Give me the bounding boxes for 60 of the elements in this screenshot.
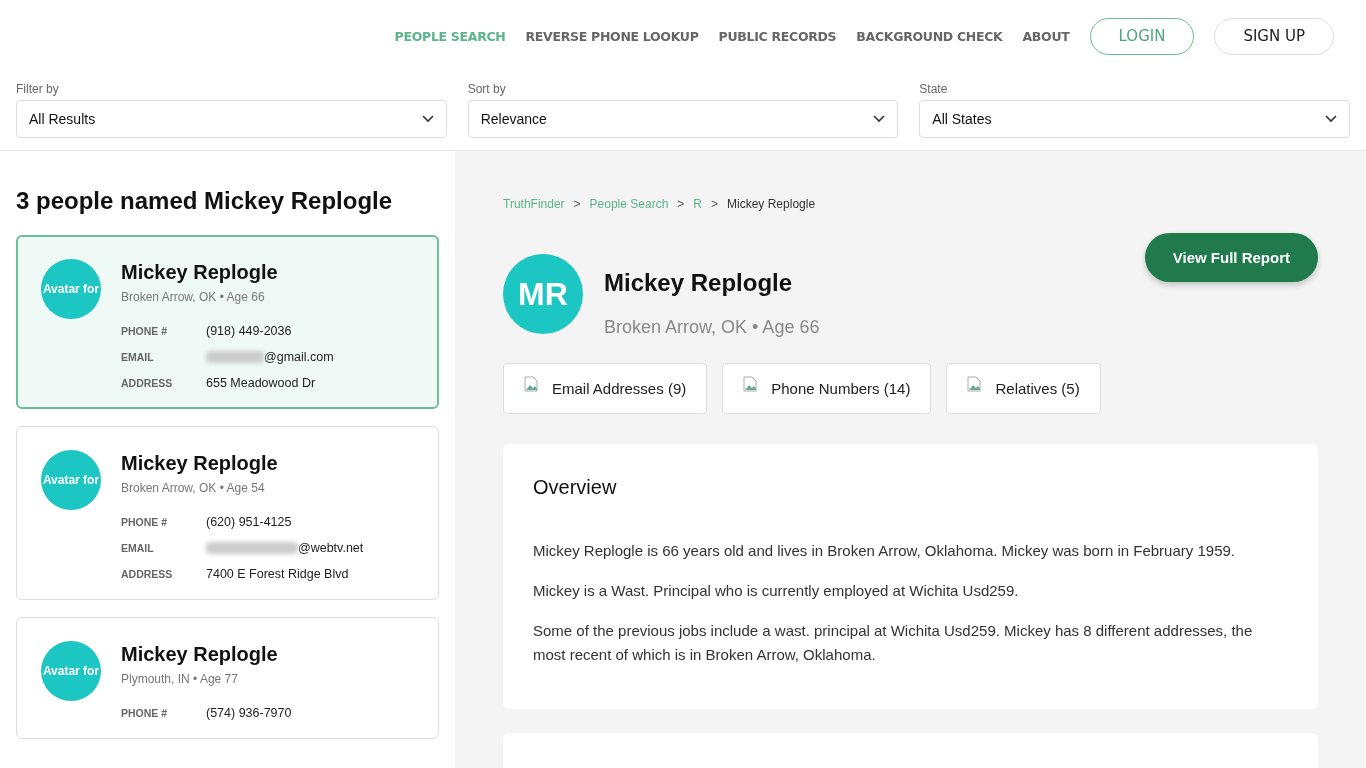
broken-image-icon: [524, 375, 538, 392]
person-location-age: Broken Arrow, OK • Age 66: [121, 290, 266, 304]
filter-label: Filter by: [16, 82, 60, 96]
person-name: Mickey Replogle: [121, 643, 279, 666]
filter-label: Sort by: [467, 82, 507, 96]
result-card[interactable]: Avatar for Mickey Replogle Plymouth, IN • Age 77 PHONE # (574) 936-7970: [16, 617, 439, 739]
person-location-age: Plymouth, IN • Age 77: [121, 672, 239, 686]
breadcrumb-separator: >: [573, 197, 581, 211]
field-label: ADDRESS: [121, 377, 174, 389]
field-label: ADDRESS: [121, 568, 174, 580]
section-heading: Overview: [533, 476, 618, 499]
filter-label: State: [919, 82, 949, 96]
avatar-alt-text: Avatar for: [41, 663, 101, 679]
result-card[interactable]: Avatar for Mickey Replogle Broken Arrow, OK • Age 54 PHONE # (620) 951-4125 EMAIL @webtv.net ADDRESS 7400 E Forest Ridge Blvd: [16, 426, 439, 600]
sign-up-button[interactable]: SIGN UP: [1214, 17, 1334, 55]
chevron-down-icon: [421, 115, 434, 123]
dropdown-select[interactable]: Relevance: [467, 100, 899, 138]
category-chip[interactable]: Relatives (5): [946, 363, 1101, 414]
field-value: 7400 E Forest Ridge Blvd: [206, 567, 349, 581]
overview-paragraph: Mickey is a Wast. Principal who is currently employed at Wichita Usd259.: [533, 581, 1020, 601]
broken-image-icon: [743, 375, 758, 392]
field-value: 655 Meadowood Dr: [206, 376, 316, 390]
chevron-down-icon: [1325, 115, 1337, 123]
field-value: @webtv.net: [298, 541, 364, 555]
redacted-text-bar: [206, 351, 264, 363]
result-card[interactable]: Avatar for Mickey Replogle Broken Arrow, OK • Age 66 PHONE # (918) 449-2036 EMAIL @gmail.com ADDRESS 655 Meadowood Dr: [16, 235, 439, 409]
nav-link[interactable]: BACKGROUND CHECK: [856, 28, 1003, 44]
person-name: Mickey Replogle: [604, 269, 794, 297]
person-name: Mickey Replogle: [121, 261, 279, 284]
field-value: (574) 936-7970: [206, 706, 292, 720]
nav-link[interactable]: REVERSE PHONE LOOKUP: [525, 28, 699, 44]
field-label: PHONE #: [121, 516, 169, 528]
field-value: (918) 449-2036: [206, 324, 292, 338]
breadcrumb-current: Mickey Replogle: [727, 197, 816, 211]
avatar-alt-text: Avatar for: [41, 472, 101, 488]
field-value: (620) 951-4125: [206, 515, 292, 529]
chevron-down-icon: [873, 115, 886, 123]
field-label: EMAIL: [121, 351, 155, 363]
dropdown-select[interactable]: All States: [919, 100, 1350, 138]
field-value: @gmail.com: [264, 350, 334, 364]
nav-link[interactable]: PUBLIC RECORDS: [718, 28, 837, 44]
field-label: EMAIL: [121, 542, 155, 554]
view-report-button[interactable]: View Full Report: [1144, 233, 1318, 282]
nav-link[interactable]: ABOUT: [1022, 28, 1070, 44]
avatar-alt-text: Avatar for: [41, 281, 101, 297]
dropdown-select[interactable]: All Results: [16, 100, 447, 138]
field-label: PHONE #: [121, 325, 169, 337]
person-name: Mickey Replogle: [121, 452, 279, 475]
category-chip[interactable]: Phone Numbers (14): [722, 363, 932, 414]
category-chip[interactable]: Email Addresses (9): [503, 363, 708, 414]
overview-paragraph: Mickey Replogle is 66 years old and lives in Broken Arrow, Oklahoma. Mickey was born in February 1959.: [533, 541, 1236, 561]
overview-paragraph: Some of the previous jobs include a wast. principal at Wichita Usd259. Mickey has 8 different addresses, the most recent of which is in Broken Arrow, Oklahoma.: [533, 621, 1254, 665]
initials-avatar: MR: [503, 254, 583, 334]
person-location-age: Broken Arrow, OK • Age 54: [121, 481, 266, 495]
breadcrumb-separator: >: [711, 197, 719, 211]
person-location-age: Broken Arrow, OK • Age 66: [604, 317, 821, 338]
breadcrumb-separator: >: [677, 197, 685, 211]
broken-image-icon: [967, 375, 982, 392]
results-heading: 3 people named Mickey Replogle: [16, 187, 394, 215]
field-label: PHONE #: [121, 707, 169, 719]
